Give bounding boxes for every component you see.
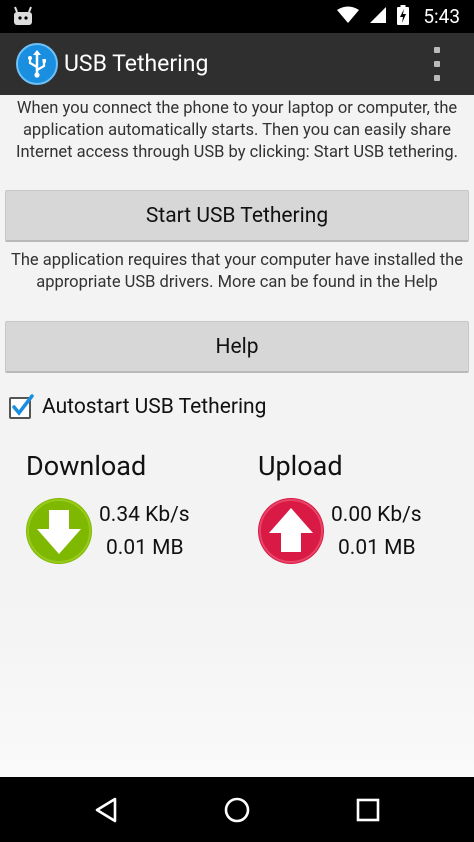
upload-title: Upload xyxy=(258,450,343,482)
download-total: 0.01 MB xyxy=(106,536,184,560)
help-button[interactable]: Help xyxy=(5,321,469,373)
usb-icon xyxy=(16,43,58,85)
status-time: 5:43 xyxy=(423,5,460,28)
arrow-down-icon xyxy=(26,498,92,564)
autostart-checkbox[interactable] xyxy=(8,394,34,420)
battery-charging-icon xyxy=(397,4,410,29)
recents-icon[interactable] xyxy=(351,793,385,827)
android-icon xyxy=(12,6,34,30)
app-bar: USB Tethering xyxy=(0,33,474,95)
app-title: USB Tethering xyxy=(64,50,209,77)
description-text: When you connect the phone to your lapto… xyxy=(15,99,458,162)
navigation-bar xyxy=(0,777,474,842)
download-title: Download xyxy=(26,450,147,482)
home-icon[interactable] xyxy=(220,793,254,827)
signal-icon xyxy=(369,6,387,28)
main-content: When you connect the phone to your lapto… xyxy=(0,95,474,777)
upload-total: 0.01 MB xyxy=(338,536,416,560)
status-bar: 5:43 xyxy=(0,0,474,33)
autostart-label: Autostart USB Tethering xyxy=(42,395,267,419)
back-icon[interactable] xyxy=(89,793,123,827)
autostart-checkbox-row[interactable]: Autostart USB Tethering xyxy=(8,391,266,423)
overflow-menu-icon[interactable] xyxy=(426,47,448,81)
driver-note-text: The application requires that your compu… xyxy=(10,251,464,292)
upload-rate: 0.00 Kb/s xyxy=(331,503,422,527)
download-rate: 0.34 Kb/s xyxy=(99,503,190,527)
start-usb-tethering-button[interactable]: Start USB Tethering xyxy=(5,190,469,242)
arrow-up-icon xyxy=(258,498,324,564)
wifi-icon xyxy=(337,6,360,28)
